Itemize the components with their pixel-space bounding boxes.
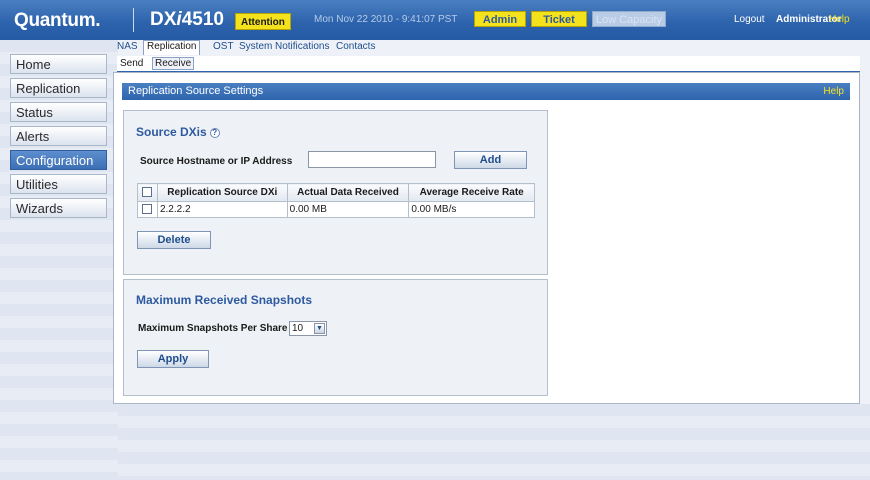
table-row: 2.2.2.2 0.00 MB 0.00 MB/s: [137, 201, 535, 218]
tab-contacts[interactable]: Contacts: [336, 41, 375, 52]
question-icon[interactable]: ?: [209, 127, 220, 138]
replication-subtabs: Send Receive: [117, 56, 860, 72]
column-header-rate[interactable]: Average Receive Rate: [408, 183, 535, 202]
panel-title: Replication Source Settings: [128, 85, 264, 97]
subtab-send[interactable]: Send: [120, 58, 143, 69]
data-received-cell: 0.00 MB: [286, 201, 410, 218]
sidebar-item-status[interactable]: Status: [10, 102, 107, 122]
product-model: DXi4510: [150, 9, 224, 31]
logo-divider: [133, 8, 134, 32]
main-panel: Replication Source Settings Help Source …: [113, 72, 860, 404]
snapshots-per-share-value: 10: [292, 323, 304, 334]
delete-button[interactable]: Delete: [137, 231, 211, 249]
sidebar-item-replication[interactable]: Replication: [10, 78, 107, 98]
receive-rate-cell: 0.00 MB/s: [408, 201, 535, 218]
source-dxi-table: Replication Source DXi Actual Data Recei…: [137, 183, 535, 218]
column-header-source[interactable]: Replication Source DXi: [156, 183, 288, 202]
apply-button[interactable]: Apply: [137, 350, 209, 368]
ticket-button[interactable]: Ticket: [531, 11, 587, 27]
quantum-logo: Quantum.: [14, 10, 101, 31]
sidebar-item-alerts[interactable]: Alerts: [10, 126, 107, 146]
tab-replication[interactable]: Replication: [143, 40, 201, 55]
source-dxis-section: Source DXis? Source Hostname or IP Addre…: [123, 110, 548, 275]
source-dxis-title: Source DXis?: [136, 125, 220, 139]
source-dxis-title-text: Source DXis: [136, 125, 207, 139]
system-datetime: Mon Nov 22 2010 - 9:41:07 PST: [314, 14, 458, 25]
sidebar-item-configuration[interactable]: Configuration: [10, 150, 107, 170]
select-all-checkbox[interactable]: [142, 187, 153, 198]
panel-help-link[interactable]: Help: [823, 83, 844, 100]
row-checkbox[interactable]: [142, 204, 153, 215]
content-background: [118, 404, 870, 480]
subtab-receive[interactable]: Receive: [152, 57, 195, 70]
sidebar-nav: Home Replication Status Alerts Configura…: [10, 54, 107, 222]
sidebar-item-utilities[interactable]: Utilities: [10, 174, 107, 194]
snapshots-section: Maximum Received Snapshots Maximum Snaps…: [123, 279, 548, 396]
select-all-cell: [137, 183, 158, 202]
low-capacity-button: Low Capacity: [592, 11, 666, 27]
snapshots-per-share-label: Maximum Snapshots Per Share: [138, 323, 288, 334]
sidebar-item-wizards[interactable]: Wizards: [10, 198, 107, 218]
chevron-down-icon[interactable]: ▼: [314, 323, 325, 334]
add-button[interactable]: Add: [454, 151, 527, 169]
column-header-received[interactable]: Actual Data Received: [286, 183, 410, 202]
source-dxi-cell: 2.2.2.2: [156, 201, 288, 218]
hostname-label: Source Hostname or IP Address: [140, 156, 293, 167]
snapshots-title: Maximum Received Snapshots: [136, 293, 313, 307]
model-number: 4510: [181, 9, 224, 30]
sidebar-item-home[interactable]: Home: [10, 54, 107, 74]
panel-header: Replication Source Settings Help: [122, 83, 850, 100]
tab-ost[interactable]: OST: [213, 41, 234, 52]
tab-system[interactable]: System: [239, 41, 272, 52]
hostname-input[interactable]: [308, 151, 436, 168]
attention-badge[interactable]: Attention: [235, 13, 291, 30]
top-bar: Quantum. DXi4510 Attention Mon Nov 22 20…: [0, 0, 870, 40]
admin-button[interactable]: Admin: [474, 11, 526, 27]
tab-nas[interactable]: NAS: [117, 41, 138, 52]
tab-notifications[interactable]: Notifications: [275, 41, 329, 52]
row-select-cell: [137, 201, 158, 218]
help-link[interactable]: Help: [829, 14, 850, 25]
snapshots-per-share-select[interactable]: 10 ▼: [289, 321, 327, 336]
model-prefix: DX: [150, 9, 177, 30]
table-header-row: Replication Source DXi Actual Data Recei…: [137, 183, 535, 202]
logout-link[interactable]: Logout: [734, 14, 765, 25]
